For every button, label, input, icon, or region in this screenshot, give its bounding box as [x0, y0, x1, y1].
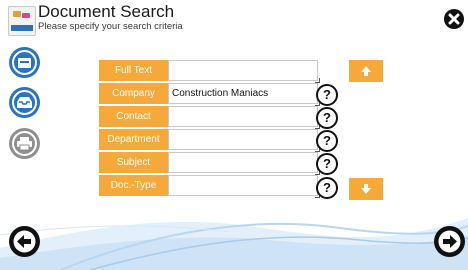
print-button[interactable] — [9, 128, 40, 159]
field-label: Department — [99, 129, 168, 150]
scroll-down-button[interactable] — [349, 178, 383, 200]
field-label: Doc.-Type — [99, 175, 168, 196]
archive-tray-icon — [18, 58, 31, 68]
arrow-down-icon — [361, 184, 371, 194]
field-label: Company — [99, 83, 168, 104]
arrow-up-icon — [361, 66, 371, 76]
help-button-doc-type[interactable]: ? — [316, 177, 338, 199]
help-button-subject[interactable]: ? — [316, 153, 338, 175]
doc-type-input[interactable] — [168, 175, 320, 198]
inbox-tray-icon — [17, 97, 32, 108]
page-subtitle: Please specify your search criteria — [38, 21, 183, 32]
company-input[interactable]: Construction Maniacs — [168, 83, 320, 106]
printer-icon — [17, 137, 32, 151]
contact-input[interactable] — [168, 106, 320, 129]
form-row-company: Company Construction Maniacs — [99, 83, 320, 106]
field-label: Contact — [99, 106, 168, 127]
close-icon — [448, 13, 460, 25]
arrow-left-icon — [13, 230, 36, 253]
forward-button[interactable] — [434, 226, 465, 257]
form-row-subject: Subject — [99, 152, 320, 175]
page-title: Document Search — [38, 2, 175, 21]
inbox-button[interactable] — [9, 87, 40, 118]
field-label: Full Text — [99, 60, 168, 81]
arrow-right-icon — [438, 230, 461, 253]
help-button-company[interactable]: ? — [316, 84, 338, 106]
form-row-full-text: Full Text — [99, 60, 320, 83]
form-row-contact: Contact — [99, 106, 320, 129]
document-search-app-icon — [8, 6, 36, 36]
field-label: Subject — [99, 152, 168, 173]
close-button[interactable] — [444, 9, 464, 29]
department-input[interactable] — [168, 129, 320, 152]
archive-button[interactable] — [9, 47, 40, 78]
back-button[interactable] — [9, 226, 40, 257]
company-value: Construction Maniacs — [172, 88, 269, 99]
help-button-department[interactable]: ? — [316, 130, 338, 152]
subject-input[interactable] — [168, 152, 320, 175]
full-text-input[interactable] — [168, 60, 320, 83]
form-row-doc-type: Doc.-Type — [99, 175, 320, 198]
form-row-department: Department — [99, 129, 320, 152]
help-button-contact[interactable]: ? — [316, 107, 338, 129]
scroll-up-button[interactable] — [349, 60, 383, 82]
